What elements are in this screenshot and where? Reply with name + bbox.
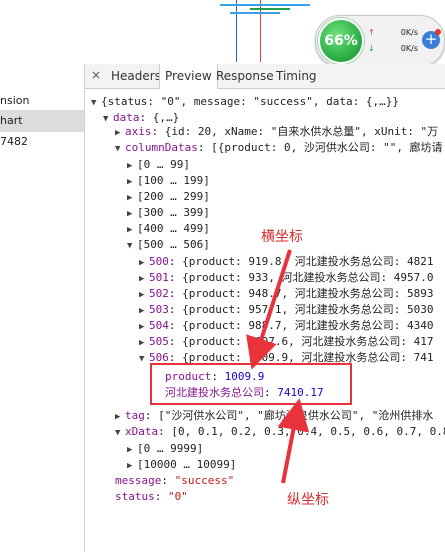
arrow-to-product — [246, 249, 292, 370]
annotation-arrows — [246, 249, 310, 484]
arrow-to-value — [277, 398, 310, 484]
